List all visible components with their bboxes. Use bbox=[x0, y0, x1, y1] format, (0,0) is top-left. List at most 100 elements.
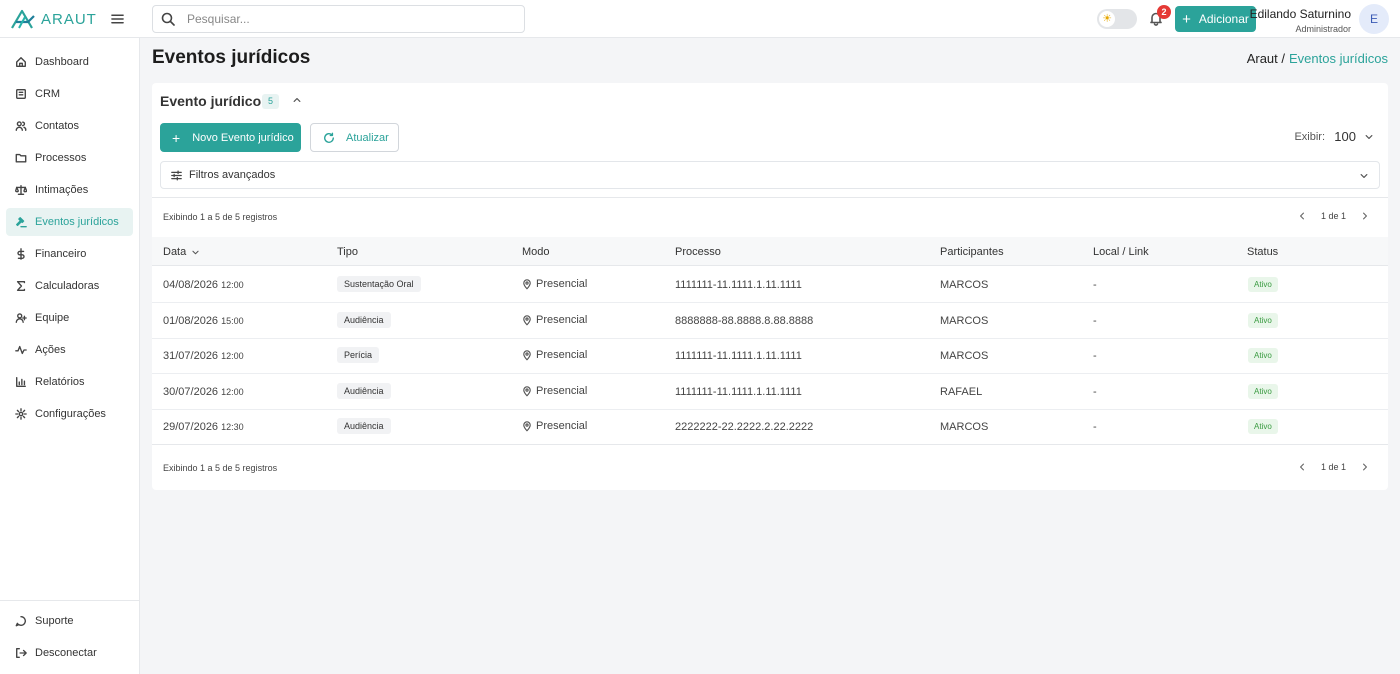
sidebar-item-processos[interactable]: Processos bbox=[6, 144, 133, 172]
breadcrumb-root[interactable]: Araut / bbox=[1247, 51, 1285, 66]
column-header-data[interactable]: Data bbox=[163, 246, 200, 258]
local-cell: - bbox=[1093, 421, 1097, 433]
pagination-bottom: 1 de 1 bbox=[1297, 462, 1370, 472]
sidebar-item-relatorios[interactable]: Relatórios bbox=[6, 368, 133, 396]
events-card: Evento jurídico 5 + Novo Evento jurídico… bbox=[152, 83, 1388, 490]
column-label: Local / Link bbox=[1093, 246, 1149, 258]
column-label: Modo bbox=[522, 246, 550, 258]
column-label: Processo bbox=[675, 246, 721, 258]
time-value: 12:00 bbox=[221, 351, 244, 361]
chevron-right-icon[interactable] bbox=[1360, 211, 1370, 221]
processo-cell[interactable]: 1111111-11.1111.1.11.1111 bbox=[675, 279, 802, 291]
tipo-badge: Audiência bbox=[337, 312, 391, 328]
add-button-label: Adicionar bbox=[1198, 12, 1249, 26]
search-box bbox=[152, 5, 525, 33]
chevron-up-icon[interactable] bbox=[292, 95, 302, 105]
search-input[interactable] bbox=[187, 12, 507, 26]
plus-icon: + bbox=[172, 129, 181, 146]
sidebar-item-financeiro[interactable]: Financeiro bbox=[6, 240, 133, 268]
map-pin-icon bbox=[523, 349, 531, 360]
modo-cell: Presencial bbox=[522, 349, 587, 361]
processo-cell[interactable]: 2222222-22.2222.2.22.2222 bbox=[675, 421, 813, 433]
sort-down-icon bbox=[192, 250, 199, 254]
tipo-badge: Audiência bbox=[337, 418, 391, 434]
tipo-badge: Sustentação Oral bbox=[337, 276, 421, 292]
sidebar-item-desconectar[interactable]: Desconectar bbox=[6, 639, 133, 667]
processo-cell[interactable]: 8888888-88.8888.8.88.8888 bbox=[675, 315, 813, 327]
logo-text: ARAUT bbox=[41, 10, 97, 28]
sidebar-item-label: Dashboard bbox=[35, 56, 89, 68]
page-indicator: 1 de 1 bbox=[1320, 462, 1346, 472]
records-info: Exibindo 1 a 5 de 5 registros bbox=[163, 212, 278, 222]
gavel-icon bbox=[16, 217, 27, 228]
local-cell: - bbox=[1093, 350, 1097, 362]
refresh-button-label: Atualizar bbox=[346, 131, 389, 144]
chevron-down-icon bbox=[1365, 134, 1373, 139]
table-row[interactable]: 01/08/2026 15:00 Audiência Presencial 888… bbox=[152, 303, 1388, 339]
sidebar-item-suporte[interactable]: Suporte bbox=[6, 607, 133, 635]
new-event-button-label: Novo Evento jurídico bbox=[192, 131, 294, 144]
sidebar-item-label: Processos bbox=[35, 152, 87, 164]
processo-cell[interactable]: 1111111-11.1111.1.11.1111 bbox=[675, 386, 802, 398]
logo[interactable]: ARAUT bbox=[10, 8, 97, 30]
sidebar-item-label: Equipe bbox=[35, 312, 70, 324]
sidebar-item-intimacoes[interactable]: Intimações bbox=[6, 176, 133, 204]
table-row[interactable]: 04/08/2026 12:00 Sustentação Oral Presenc… bbox=[152, 267, 1388, 303]
sidebar-item-dashboard[interactable]: Dashboard bbox=[6, 48, 133, 76]
sidebar-item-acoes[interactable]: Ações bbox=[6, 336, 133, 364]
sidebar-item-configuracoes[interactable]: Configurações bbox=[6, 400, 133, 428]
refresh-button[interactable]: Atualizar bbox=[310, 123, 399, 152]
hamburger-menu-icon[interactable] bbox=[111, 12, 124, 26]
column-header-modo: Modo bbox=[522, 246, 550, 258]
date-value: 31/07/2026 bbox=[163, 350, 219, 362]
sidebar-item-label: Ações bbox=[35, 344, 66, 356]
local-cell: - bbox=[1093, 315, 1097, 327]
dollar-icon bbox=[17, 248, 25, 260]
sidebar-item-label: Relatórios bbox=[35, 376, 85, 388]
add-button[interactable]: + Adicionar bbox=[1175, 6, 1256, 32]
sidebar-item-equipe[interactable]: Equipe bbox=[6, 304, 133, 332]
chevron-right-icon[interactable] bbox=[1360, 462, 1370, 472]
sidebar-item-eventos-juridicos[interactable]: Eventos jurídicos bbox=[6, 208, 133, 236]
tipo-badge: Audiência bbox=[337, 383, 391, 399]
processo-cell[interactable]: 1111111-11.1111.1.11.1111 bbox=[675, 350, 802, 362]
bar-chart-icon bbox=[16, 377, 26, 387]
chevron-left-icon[interactable] bbox=[1297, 462, 1307, 472]
sigma-icon bbox=[16, 281, 26, 291]
modo-value: Presencial bbox=[536, 278, 588, 290]
advanced-filters[interactable]: Filtros avançados bbox=[160, 161, 1380, 189]
sidebar-item-label: Contatos bbox=[35, 120, 80, 132]
sidebar-item-crm[interactable]: CRM bbox=[6, 80, 133, 108]
new-event-button[interactable]: + Novo Evento jurídico bbox=[160, 123, 301, 152]
count-badge: 5 bbox=[262, 94, 279, 109]
chat-icon bbox=[15, 616, 26, 627]
date-value: 01/08/2026 bbox=[163, 315, 219, 327]
modo-cell: Presencial bbox=[522, 278, 587, 290]
column-header-participantes: Participantes bbox=[940, 246, 1004, 258]
chevron-left-icon[interactable] bbox=[1297, 211, 1307, 221]
sidebar-item-contatos[interactable]: Contatos bbox=[6, 112, 133, 140]
participantes-cell: MARCOS bbox=[940, 350, 989, 362]
sidebar-item-calculadoras[interactable]: Calculadoras bbox=[6, 272, 133, 300]
table-row[interactable]: 31/07/2026 12:00 Perícia Presencial 11111… bbox=[152, 338, 1388, 374]
divider bbox=[152, 444, 1388, 445]
page-size-select[interactable]: 100 bbox=[1334, 129, 1374, 144]
sidebar-item-label: Financeiro bbox=[35, 248, 87, 260]
column-label: Data bbox=[163, 246, 187, 258]
users-icon bbox=[15, 121, 27, 131]
notification-badge: 2 bbox=[1157, 5, 1171, 19]
sliders-icon bbox=[171, 170, 182, 180]
sidebar-item-label: CRM bbox=[35, 88, 61, 100]
table-row[interactable]: 30/07/2026 12:00 Audiência Presencial 111… bbox=[152, 374, 1388, 410]
table-row[interactable]: 29/07/2026 12:30 Audiência Presencial 222… bbox=[152, 409, 1388, 445]
time-value: 15:00 bbox=[221, 316, 244, 326]
breadcrumb: Araut / Eventos jurídicos bbox=[1247, 51, 1388, 66]
theme-toggle[interactable]: ☀ bbox=[1097, 9, 1137, 29]
modo-value: Presencial bbox=[536, 385, 588, 397]
map-pin-icon bbox=[523, 278, 531, 289]
date-cell: 01/08/2026 15:00 bbox=[163, 315, 244, 327]
status-badge: Ativo bbox=[1248, 348, 1278, 363]
user-info[interactable]: Edilando Saturnino Administrador bbox=[1250, 7, 1351, 34]
avatar[interactable]: E bbox=[1359, 4, 1389, 34]
date-value: 29/07/2026 bbox=[163, 421, 219, 433]
